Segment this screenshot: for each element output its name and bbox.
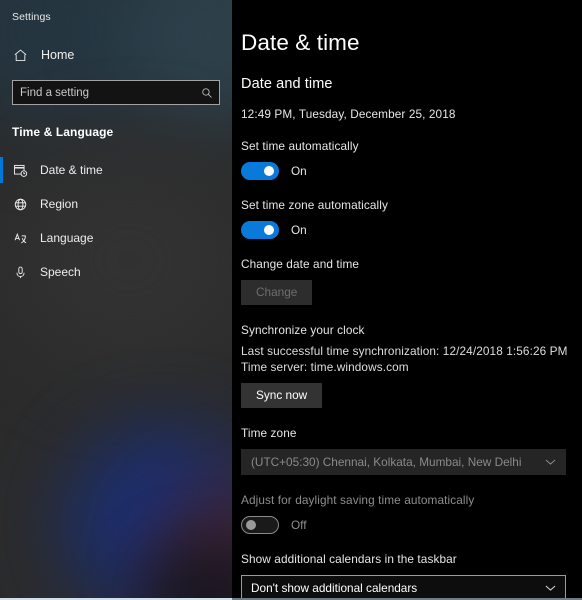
sidebar-group-title: Time & Language bbox=[12, 125, 232, 139]
sidebar-home-label: Home bbox=[41, 48, 74, 62]
daylight-saving-state: Off bbox=[291, 518, 307, 532]
sidebar-item-label: Region bbox=[40, 197, 78, 211]
set-time-automatically-row: On bbox=[241, 162, 582, 180]
set-time-automatically-label: Set time automatically bbox=[241, 139, 582, 153]
sidebar-item-date-time[interactable]: Date & time bbox=[0, 153, 232, 187]
time-server-text: Time server: time.windows.com bbox=[241, 360, 582, 374]
current-datetime-text: 12:49 PM, Tuesday, December 25, 2018 bbox=[241, 107, 582, 121]
title-bar: Settings bbox=[0, 0, 232, 28]
additional-calendars-label: Show additional calendars in the taskbar bbox=[241, 552, 582, 566]
page-title: Date & time bbox=[241, 32, 582, 55]
microphone-icon bbox=[13, 265, 33, 280]
search-container bbox=[12, 80, 220, 105]
sidebar-item-home[interactable]: Home bbox=[0, 42, 232, 68]
sidebar-item-speech[interactable]: Speech bbox=[0, 255, 232, 289]
set-timezone-automatically-state: On bbox=[291, 223, 307, 237]
calendar-clock-icon bbox=[13, 163, 33, 178]
language-icon bbox=[13, 231, 33, 246]
daylight-saving-toggle[interactable] bbox=[241, 516, 279, 534]
set-time-automatically-state: On bbox=[291, 164, 307, 178]
search-icon[interactable] bbox=[201, 87, 213, 99]
globe-icon bbox=[13, 197, 33, 212]
sidebar-nav-list: Date & time Region bbox=[0, 153, 232, 289]
daylight-saving-label: Adjust for daylight saving time automati… bbox=[241, 493, 582, 507]
section-heading-date-and-time: Date and time bbox=[241, 76, 582, 92]
set-timezone-automatically-toggle[interactable] bbox=[241, 221, 279, 239]
search-box[interactable] bbox=[12, 80, 220, 105]
sidebar-item-label: Date & time bbox=[40, 163, 103, 177]
set-time-automatically-toggle[interactable] bbox=[241, 162, 279, 180]
sync-now-button[interactable]: Sync now bbox=[241, 383, 322, 408]
daylight-saving-row: Off bbox=[241, 516, 582, 534]
chevron-down-icon bbox=[545, 458, 556, 466]
sidebar-item-label: Language bbox=[40, 231, 93, 245]
set-timezone-automatically-row: On bbox=[241, 221, 582, 239]
time-zone-selected-value: (UTC+05:30) Chennai, Kolkata, Mumbai, Ne… bbox=[251, 455, 521, 469]
sidebar-item-label: Speech bbox=[40, 265, 81, 279]
time-zone-dropdown[interactable]: (UTC+05:30) Chennai, Kolkata, Mumbai, Ne… bbox=[241, 449, 566, 475]
sidebar-item-region[interactable]: Region bbox=[0, 187, 232, 221]
sidebar: Settings Home bbox=[0, 0, 232, 600]
last-sync-text: Last successful time synchronization: 12… bbox=[241, 344, 582, 358]
additional-calendars-selected-value: Don't show additional calendars bbox=[251, 581, 417, 595]
settings-window: Settings Home bbox=[0, 0, 582, 600]
chevron-down-icon bbox=[545, 584, 556, 592]
set-timezone-automatically-label: Set time zone automatically bbox=[241, 198, 582, 212]
sidebar-item-language[interactable]: Language bbox=[0, 221, 232, 255]
search-input[interactable] bbox=[13, 81, 219, 104]
section-heading-synchronize-clock: Synchronize your clock bbox=[241, 323, 582, 337]
change-date-and-time-label: Change date and time bbox=[241, 257, 582, 271]
change-date-time-button[interactable]: Change bbox=[241, 280, 312, 305]
window-title: Settings bbox=[12, 11, 51, 23]
additional-calendars-dropdown[interactable]: Don't show additional calendars bbox=[241, 575, 566, 600]
time-zone-label: Time zone bbox=[241, 426, 582, 440]
settings-content-pane: Date & time Date and time 12:49 PM, Tues… bbox=[232, 0, 582, 600]
home-icon bbox=[13, 48, 35, 63]
